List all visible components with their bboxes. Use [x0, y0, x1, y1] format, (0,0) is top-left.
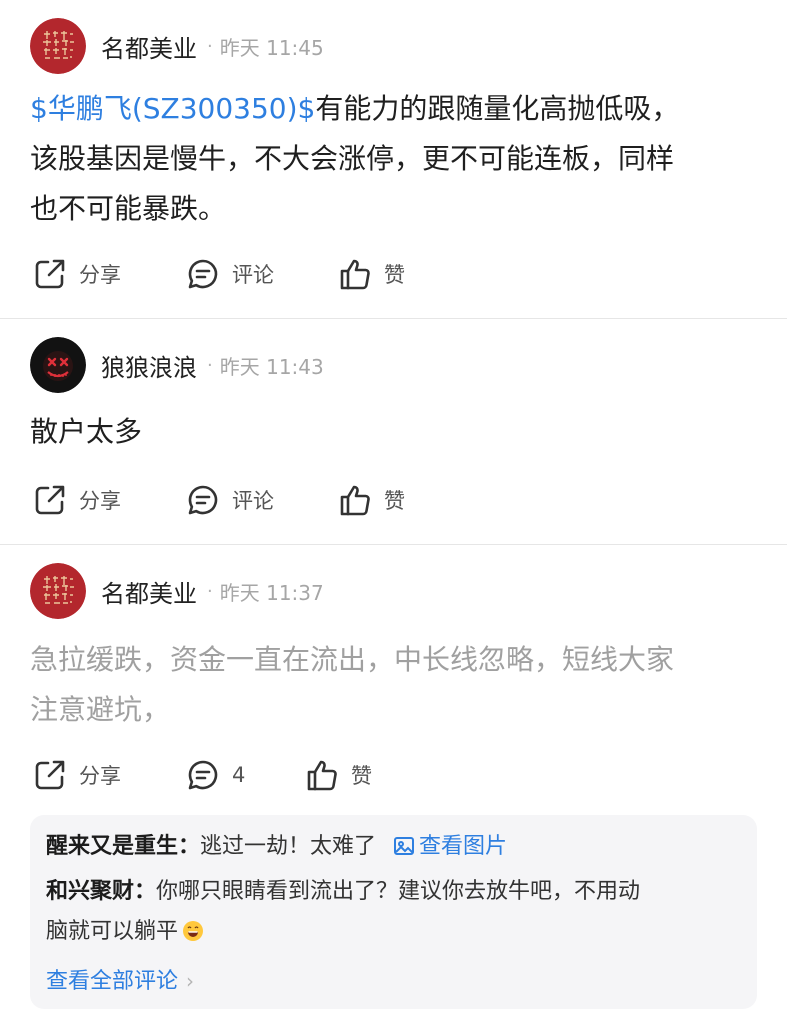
reply-author[interactable]: 和兴聚财：: [46, 879, 156, 904]
post-content: 散户太多: [30, 407, 757, 457]
like-label: 赞: [351, 764, 372, 788]
thumbs-up-icon: [307, 760, 337, 791]
comment-label: 评论: [232, 263, 274, 287]
post-time: 昨天 11:45: [219, 35, 324, 60]
comment-button[interactable]: 评论: [186, 483, 274, 517]
like-label: 赞: [384, 263, 405, 287]
reply-text: 你哪只眼睛看到流出了？建议你去放牛吧，不用动: [156, 879, 641, 904]
avatar[interactable]: [30, 337, 86, 393]
content-line: $华鹏飞(SZ300350)$有能力的跟随量化高抛低吸，: [30, 84, 757, 134]
reply-author[interactable]: 醒来又是重生：: [46, 834, 200, 859]
separator-dot: ·: [207, 35, 213, 57]
comment-count: 4: [232, 763, 246, 787]
share-icon: [35, 760, 65, 790]
thumbs-up-icon: [340, 259, 370, 290]
post-header: 名都美业 · 昨天 11:45: [30, 18, 324, 74]
share-button[interactable]: 分享: [33, 483, 121, 517]
comment-icon: [188, 485, 218, 515]
separator-dot: ·: [207, 354, 213, 376]
like-button[interactable]: 赞: [305, 758, 372, 792]
post-time: 昨天 11:37: [219, 580, 324, 605]
share-button[interactable]: 分享: [33, 758, 121, 792]
avatar[interactable]: [30, 18, 86, 74]
comment-button[interactable]: 4: [186, 758, 245, 792]
post-card: 狼狼浪浪 · 昨天 11:43 散户太多 分享 评论 赞: [0, 319, 787, 545]
share-label: 分享: [79, 489, 121, 513]
view-all-comments-link[interactable]: 查看全部评论 ›: [46, 961, 194, 1002]
content-line: 也不可能暴跌。: [30, 192, 227, 225]
reply-preview-box: 醒来又是重生：逃过一劫！太难了 查看图片 和兴聚财：你哪只眼睛看到流出了？建议你…: [30, 815, 757, 1009]
comment-label: 评论: [232, 489, 274, 513]
like-label: 赞: [384, 489, 405, 513]
content-line: 该股基因是慢牛，不大会涨停，更不可能连板，同样: [30, 142, 675, 175]
content-line: 注意避坑，: [30, 693, 171, 726]
share-button[interactable]: 分享: [33, 257, 121, 291]
post-card: 名都美业 · 昨天 11:37 急拉缓跌，资金一直在流出，中长线忽略，短线大家 …: [0, 545, 787, 1024]
post-content: $华鹏飞(SZ300350)$有能力的跟随量化高抛低吸， 该股基因是慢牛，不大会…: [30, 84, 757, 234]
share-label: 分享: [79, 263, 121, 287]
reply-item[interactable]: 和兴聚财：你哪只眼睛看到流出了？建议你去放牛吧，不用动 脑就可以躺平: [46, 872, 741, 952]
content-text: 有能力的跟随量化高抛低吸，: [315, 92, 680, 125]
username[interactable]: 狼狼浪浪: [101, 348, 197, 383]
like-button[interactable]: 赞: [338, 483, 405, 517]
stock-link[interactable]: $华鹏飞(SZ300350)$: [30, 92, 315, 125]
reply-line: 脑就可以躺平: [46, 912, 741, 952]
action-bar: 分享 评论 赞: [33, 257, 633, 291]
view-image-label: 查看图片: [419, 834, 508, 859]
like-button[interactable]: 赞: [338, 257, 405, 291]
comment-icon: [188, 760, 218, 790]
view-image-link[interactable]: 查看图片: [393, 834, 507, 859]
view-all-label: 查看全部评论: [46, 969, 179, 994]
reply-text: 脑就可以躺平: [46, 919, 179, 944]
thumbs-up-icon: [340, 485, 370, 516]
image-icon: [394, 837, 415, 855]
avatar[interactable]: [30, 563, 86, 619]
post-card: 名都美业 · 昨天 11:45 $华鹏飞(SZ300350)$有能力的跟随量化高…: [0, 0, 787, 319]
chevron-right-icon: ›: [186, 969, 195, 993]
content-line: 急拉缓跌，资金一直在流出，中长线忽略，短线大家: [30, 643, 675, 676]
comment-button[interactable]: 评论: [186, 257, 274, 291]
post-header: 名都美业 · 昨天 11:37: [30, 563, 324, 619]
post-content: 急拉缓跌，资金一直在流出，中长线忽略，短线大家 注意避坑，: [30, 635, 757, 735]
reply-item[interactable]: 醒来又是重生：逃过一劫！太难了 查看图片: [46, 827, 741, 867]
separator-dot: ·: [207, 580, 213, 602]
reply-line: 和兴聚财：你哪只眼睛看到流出了？建议你去放牛吧，不用动: [46, 872, 741, 912]
username[interactable]: 名都美业: [101, 29, 197, 64]
post-time: 昨天 11:43: [219, 354, 324, 379]
comment-icon: [188, 259, 218, 289]
share-icon: [35, 485, 65, 515]
action-bar: 分享 4 赞: [33, 758, 633, 792]
username[interactable]: 名都美业: [101, 574, 197, 609]
share-icon: [35, 259, 65, 289]
post-header: 狼狼浪浪 · 昨天 11:43: [30, 337, 324, 393]
action-bar: 分享 评论 赞: [33, 483, 633, 517]
share-label: 分享: [79, 764, 121, 788]
reply-text: 逃过一劫！太难了: [200, 834, 377, 859]
grinning-emoji: [183, 921, 204, 941]
content-line: 散户太多: [30, 415, 143, 448]
